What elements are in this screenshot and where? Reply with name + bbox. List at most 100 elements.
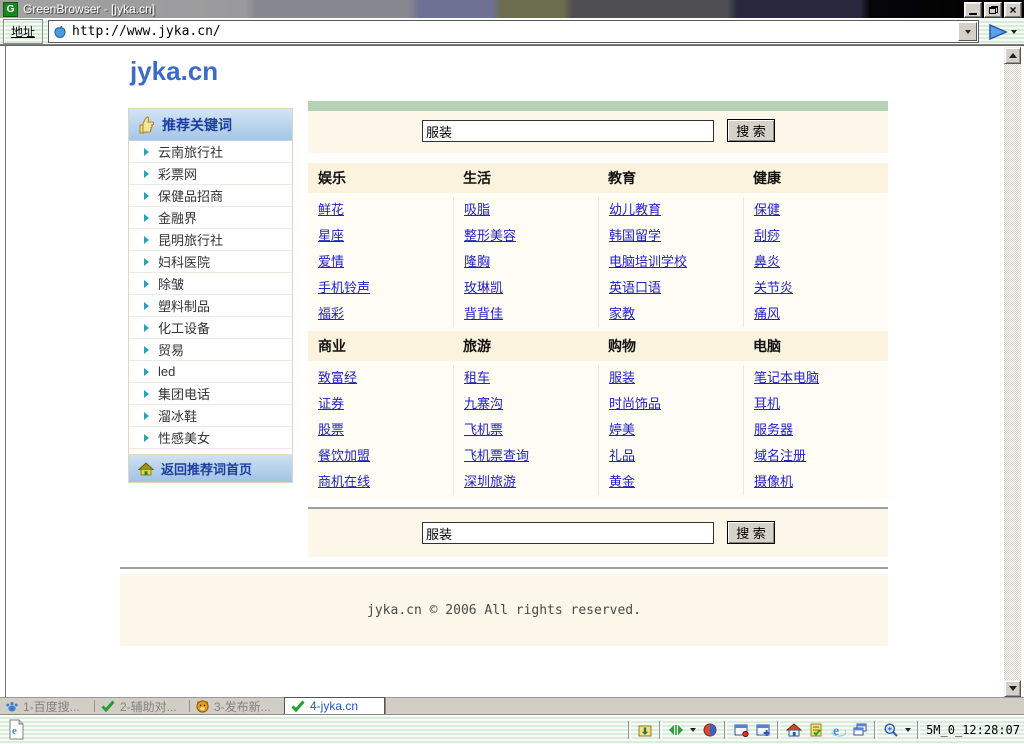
sidebar-item[interactable]: 性感美女: [129, 427, 292, 449]
category-header: 健康: [743, 163, 888, 193]
search-panel-bottom: 搜 索: [308, 509, 888, 557]
arrow-down-icon: [1009, 686, 1017, 691]
keyword-link[interactable]: 股票: [308, 417, 453, 443]
new-window-button[interactable]: [755, 722, 771, 738]
keyword-link[interactable]: 电脑培训学校: [599, 249, 743, 275]
statusbar-tools: e 5M_0_12:28:07: [628, 715, 1020, 744]
keyword-link[interactable]: 韩国留学: [599, 223, 743, 249]
keyword-link[interactable]: 关节炎: [744, 275, 888, 301]
sidebar-item[interactable]: 化工设备: [129, 317, 292, 339]
keyword-link[interactable]: 吸脂: [454, 197, 598, 223]
keyword-link[interactable]: 背背佳: [454, 301, 598, 327]
keyword-link[interactable]: 福彩: [308, 301, 453, 327]
zoom-button[interactable]: [883, 722, 899, 738]
keyword-link[interactable]: 飞机票: [454, 417, 598, 443]
vertical-scrollbar[interactable]: [1004, 47, 1021, 697]
url-combobox[interactable]: http://www.jyka.cn/: [48, 20, 979, 43]
keyword-link[interactable]: 域名注册: [744, 443, 888, 469]
keyword-link[interactable]: 商机在线: [308, 469, 453, 495]
keyword-link[interactable]: 笔记本电脑: [744, 365, 888, 391]
form-fill-button[interactable]: [808, 722, 824, 738]
minimize-button[interactable]: [964, 2, 982, 18]
sidebar-item[interactable]: 妇科医院: [129, 251, 292, 273]
keyword-link[interactable]: 租车: [454, 365, 598, 391]
bullet-icon: [144, 434, 149, 442]
sidebar-item[interactable]: 塑料制品: [129, 295, 292, 317]
separator: [659, 721, 662, 739]
keyword-link[interactable]: 证券: [308, 391, 453, 417]
keyword-link[interactable]: 黄金: [599, 469, 743, 495]
keyword-link[interactable]: 礼品: [599, 443, 743, 469]
zoom-options-caret-icon[interactable]: [905, 728, 911, 732]
keyword-link[interactable]: 手机铃声: [308, 275, 453, 301]
home-button[interactable]: [786, 722, 802, 738]
search-input[interactable]: [422, 522, 714, 544]
keyword-link[interactable]: 星座: [308, 223, 453, 249]
sidebar-header: 推荐关键词: [129, 109, 292, 141]
sidebar-item[interactable]: 昆明旅行社: [129, 229, 292, 251]
keyword-link[interactable]: 深圳旅游: [454, 469, 598, 495]
sidebar-footer-link[interactable]: 返回推荐词首页: [129, 454, 292, 482]
bullet-icon: [144, 390, 149, 398]
tab-jyka-active[interactable]: 4-jyka.cn: [284, 697, 385, 714]
green-divider-bar: [308, 101, 888, 111]
keyword-link[interactable]: 鼻炎: [744, 249, 888, 275]
scroll-up-button[interactable]: [1004, 47, 1021, 64]
keyword-link[interactable]: 隆胸: [454, 249, 598, 275]
keyword-link[interactable]: 英语口语: [599, 275, 743, 301]
keyword-link[interactable]: 玫琳凯: [454, 275, 598, 301]
ie-button[interactable]: e: [830, 722, 846, 738]
sidebar-item[interactable]: 云南旅行社: [129, 141, 292, 163]
keyword-link[interactable]: 家教: [599, 301, 743, 327]
search-button[interactable]: 搜 索: [727, 119, 775, 142]
category-column: 鲜花 星座 爱情 手机铃声 福彩: [308, 197, 453, 327]
tab-baidu[interactable]: 1-百度搜...: [0, 698, 94, 714]
keyword-link[interactable]: 服务器: [744, 417, 888, 443]
sidebar-item[interactable]: led: [129, 361, 292, 383]
tab-separator: [385, 698, 386, 714]
split-view-button[interactable]: [668, 722, 684, 738]
split-options-caret-icon[interactable]: [690, 728, 696, 732]
restore-button[interactable]: [984, 2, 1002, 18]
proxy-button[interactable]: [702, 722, 718, 738]
url-dropdown-button[interactable]: [958, 22, 977, 41]
scrollbar-track[interactable]: [1004, 64, 1021, 680]
sidebar-item[interactable]: 除皱: [129, 273, 292, 295]
sidebar-item[interactable]: 集团电话: [129, 383, 292, 405]
keyword-link[interactable]: 摄像机: [744, 469, 888, 495]
keyword-link[interactable]: 鲜花: [308, 197, 453, 223]
keyword-link[interactable]: 服装: [599, 365, 743, 391]
keyword-link[interactable]: 致富经: [308, 365, 453, 391]
search-input[interactable]: [422, 120, 714, 142]
sidebar-item[interactable]: 金融界: [129, 207, 292, 229]
block-popup-button[interactable]: [733, 722, 749, 738]
keyword-link[interactable]: 保健: [744, 197, 888, 223]
keyword-link[interactable]: 餐饮加盟: [308, 443, 453, 469]
keyword-link[interactable]: 整形美容: [454, 223, 598, 249]
keyword-link[interactable]: 婷美: [599, 417, 743, 443]
sidebar-item[interactable]: 溜冰鞋: [129, 405, 292, 427]
sidebar-item[interactable]: 贸易: [129, 339, 292, 361]
tab-publish[interactable]: 3-发布新...: [190, 698, 284, 714]
url-text: http://www.jyka.cn/: [72, 24, 221, 39]
keyword-link[interactable]: 爱情: [308, 249, 453, 275]
category-header: 娱乐: [308, 163, 453, 193]
import-button[interactable]: [637, 722, 653, 738]
scroll-down-button[interactable]: [1004, 680, 1021, 697]
sidebar-item[interactable]: 保健品招商: [129, 185, 292, 207]
sidebar-item[interactable]: 彩票网: [129, 163, 292, 185]
check-icon: [291, 700, 305, 712]
tab-assistant[interactable]: 2-辅助对...: [95, 698, 189, 714]
go-button[interactable]: [984, 23, 1021, 41]
keyword-link[interactable]: 耳机: [744, 391, 888, 417]
keyword-link[interactable]: 飞机票查询: [454, 443, 598, 469]
category-column: 保健 刮痧 鼻炎 关节炎 痛风: [743, 197, 888, 327]
keyword-link[interactable]: 九寨沟: [454, 391, 598, 417]
keyword-link[interactable]: 痛风: [744, 301, 888, 327]
keyword-link[interactable]: 刮痧: [744, 223, 888, 249]
search-button[interactable]: 搜 索: [727, 521, 775, 544]
keyword-link[interactable]: 时尚饰品: [599, 391, 743, 417]
close-button[interactable]: ×: [1004, 2, 1022, 18]
keyword-link[interactable]: 幼儿教育: [599, 197, 743, 223]
cascade-windows-button[interactable]: [852, 722, 868, 738]
